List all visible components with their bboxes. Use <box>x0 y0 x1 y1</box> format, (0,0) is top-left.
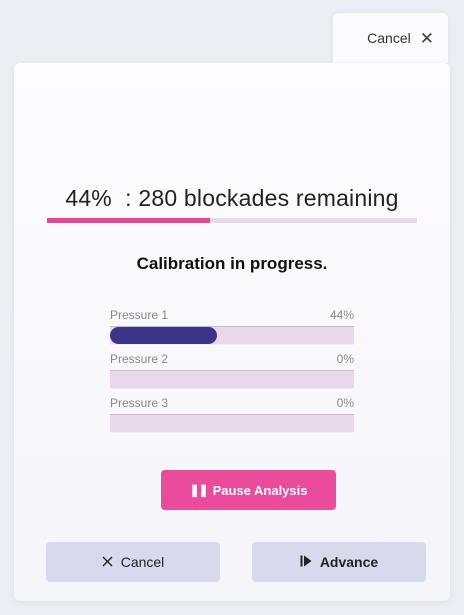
blockades-remaining: : 280 blockades remaining <box>125 185 399 211</box>
progress-headline: 44% : 280 blockades remaining <box>14 185 450 212</box>
top-cancel-button[interactable]: Cancel ✕ <box>333 13 448 63</box>
close-icon: ✕ <box>419 28 434 48</box>
sensor-pressure-3: Pressure 3 0% <box>110 396 354 433</box>
skip-forward-icon <box>300 554 312 570</box>
advance-label: Advance <box>319 554 379 570</box>
sensor-progress-fill <box>110 327 218 344</box>
top-cancel-label: Cancel <box>367 30 411 46</box>
progress-percent: 44% <box>65 185 112 211</box>
sensor-value: 44% <box>329 308 354 322</box>
calibration-panel: 44% : 280 blockades remaining Calibratio… <box>14 63 450 601</box>
sensor-progress-bar <box>110 370 354 389</box>
sensor-label: Pressure 3 <box>110 396 169 410</box>
pause-icon: ❚❚ <box>189 483 208 497</box>
cancel-label: Cancel <box>120 554 165 570</box>
status-text: Calibration in progress. <box>136 254 328 273</box>
sensor-label: Pressure 2 <box>110 352 169 366</box>
sensor-progress-bar <box>110 326 354 345</box>
overall-progress-fill <box>47 218 210 223</box>
sensor-label: Pressure 1 <box>110 308 169 322</box>
overall-progress-bar <box>47 218 417 223</box>
sensor-value: 0% <box>336 352 354 366</box>
sensor-value: 0% <box>336 396 354 410</box>
sensor-progress-bar <box>110 414 354 433</box>
sensor-pressure-2: Pressure 2 0% <box>110 352 354 389</box>
close-icon <box>102 554 113 570</box>
sensor-pressure-1: Pressure 1 44% <box>110 308 354 345</box>
pause-analysis-label: Pause Analysis <box>212 482 308 498</box>
pause-analysis-button[interactable]: ❚❚ Pause Analysis <box>161 470 336 510</box>
advance-button[interactable]: Advance <box>252 542 426 582</box>
cancel-button[interactable]: Cancel <box>46 542 220 582</box>
